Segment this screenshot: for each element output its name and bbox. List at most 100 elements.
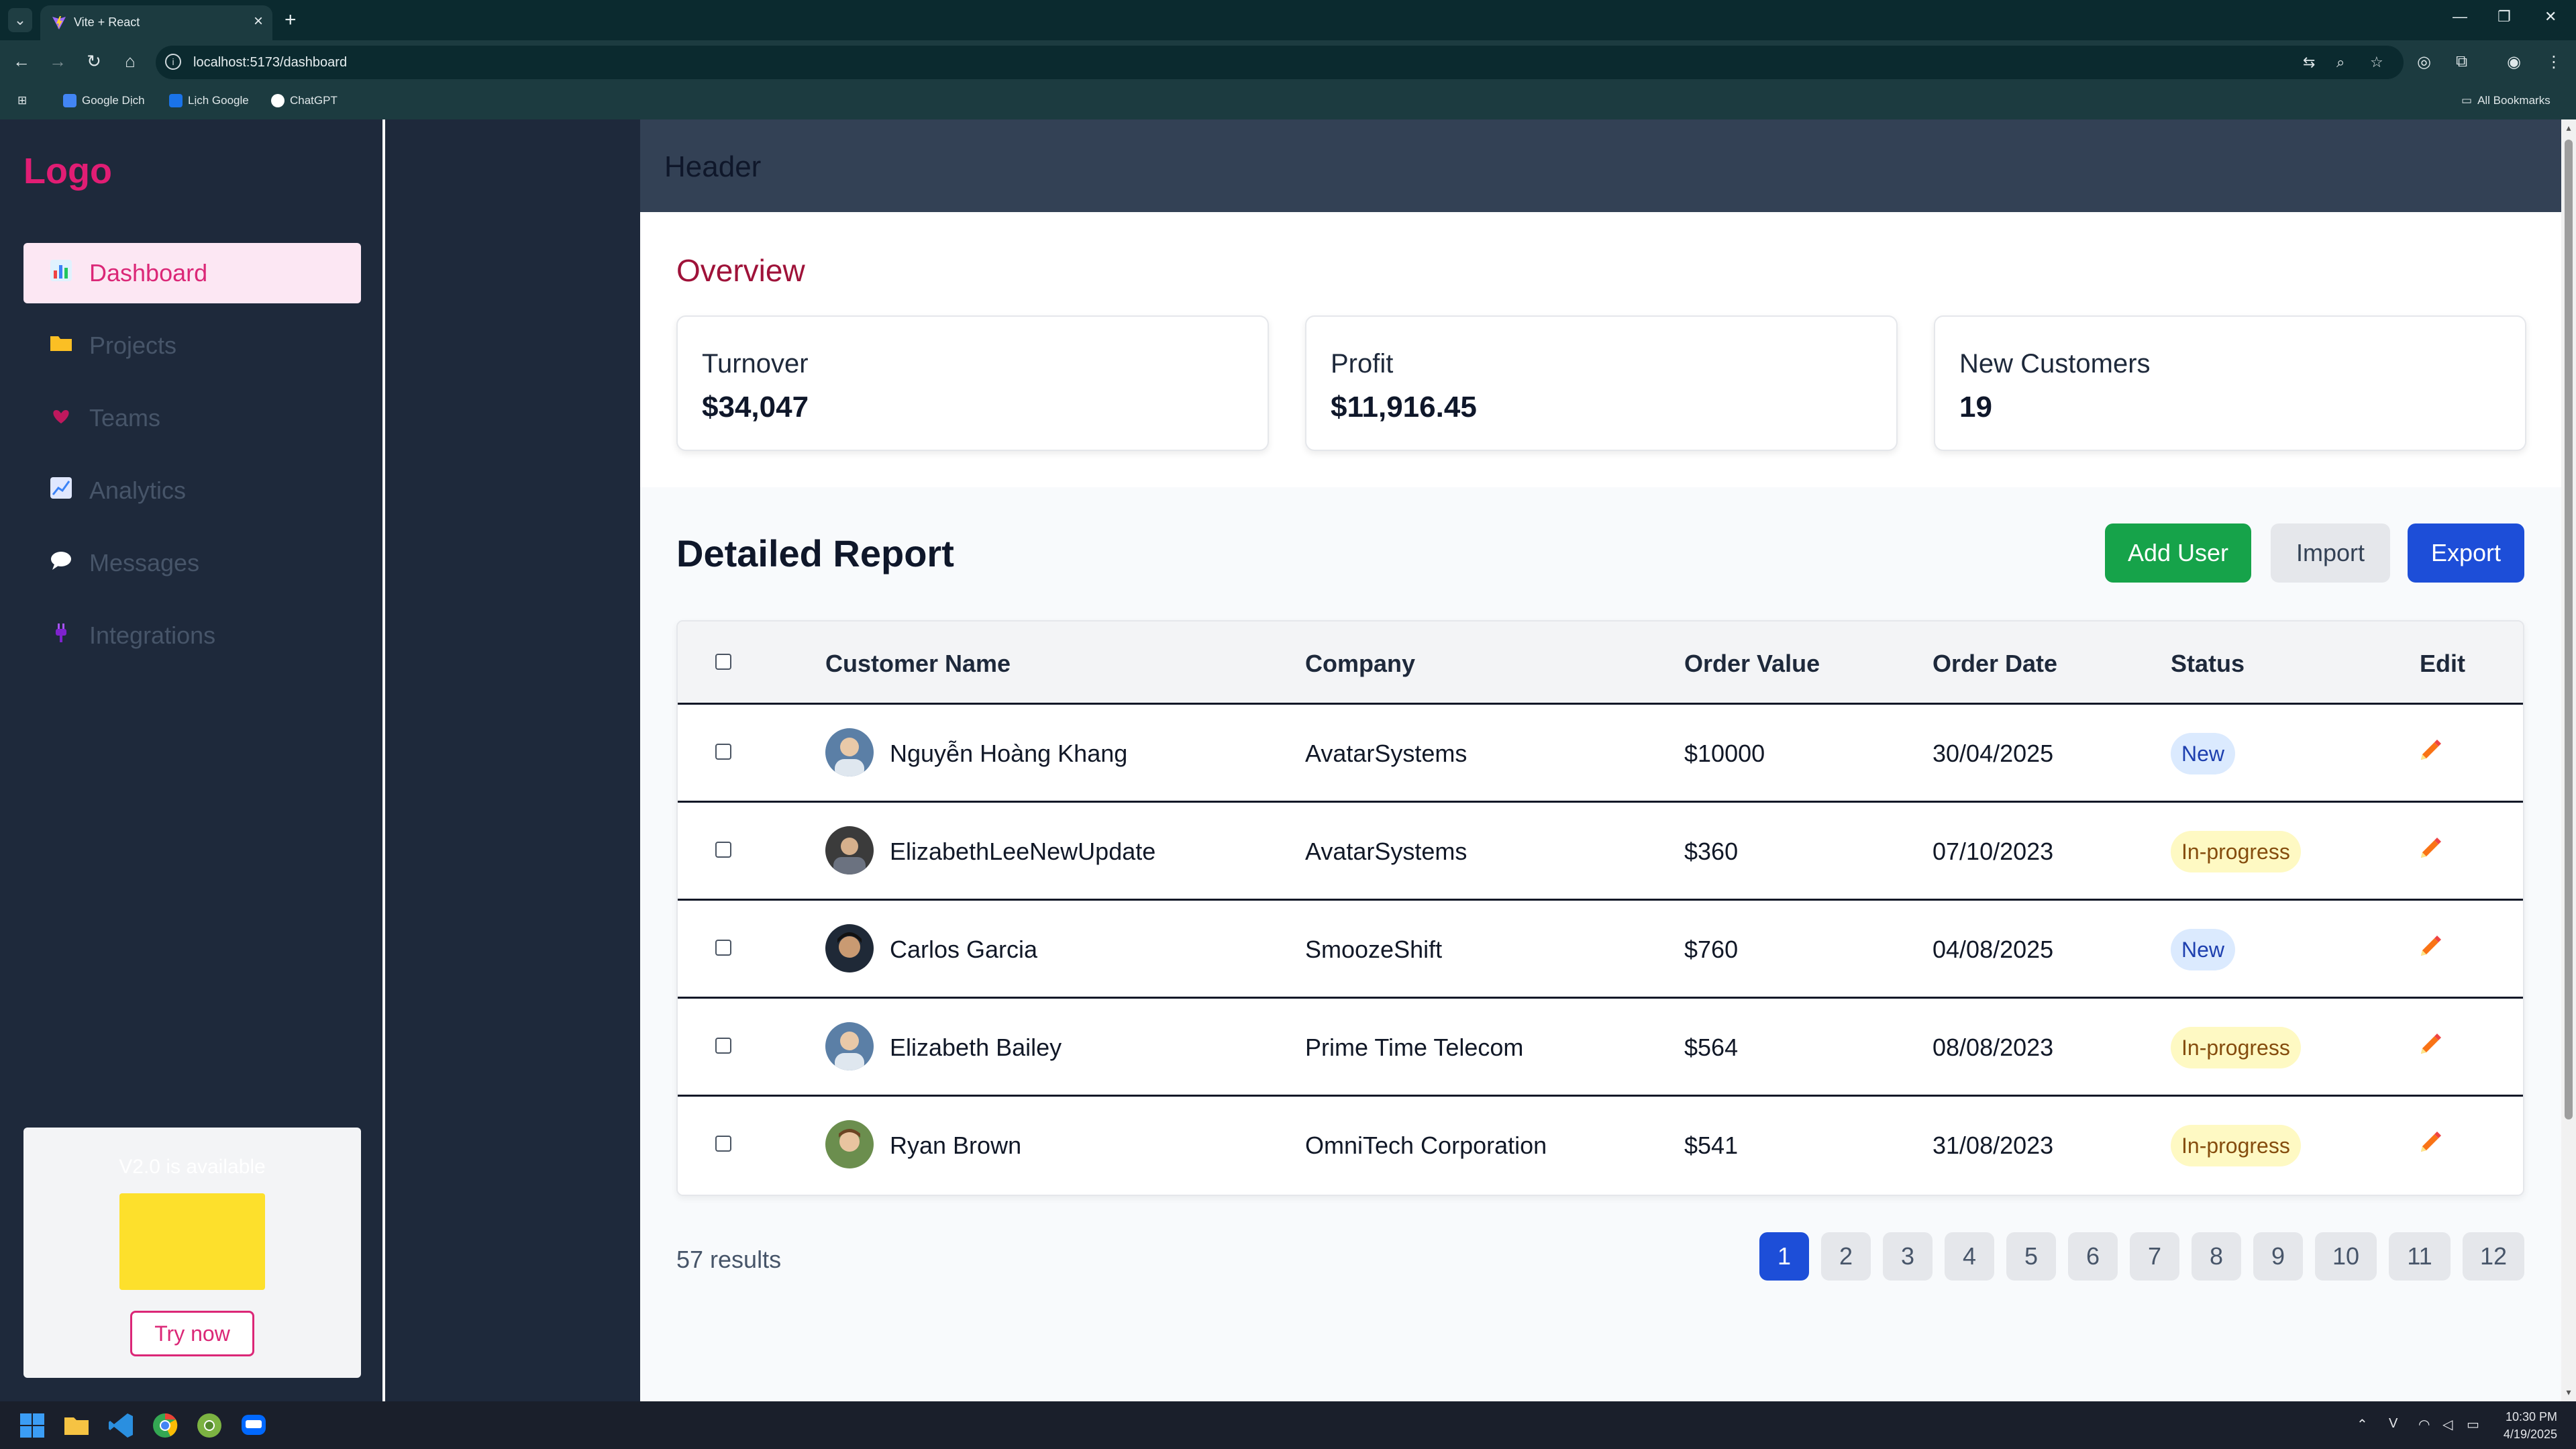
status-badge: In-progress xyxy=(2171,831,2301,872)
scrollbar-thumb[interactable] xyxy=(2565,140,2573,1119)
bookmark-google-translate[interactable]: Google Dịch xyxy=(63,94,145,107)
try-now-button[interactable]: Try now xyxy=(130,1311,254,1356)
avatar xyxy=(825,826,874,875)
sidebar-item-messages[interactable]: Messages xyxy=(23,533,361,593)
scroll-down-icon[interactable]: ▾ xyxy=(2563,1387,2574,1397)
logo[interactable]: Logo xyxy=(23,150,112,192)
status-badge: In-progress xyxy=(2171,1125,2301,1166)
customer-name: Ryan Brown xyxy=(890,1132,1022,1159)
windows-start-icon[interactable] xyxy=(17,1411,47,1440)
back-icon[interactable]: ← xyxy=(9,51,34,72)
table-row[interactable]: Ryan Brown OmniTech Corporation $541 31/… xyxy=(678,1097,2523,1195)
page-button-6[interactable]: 6 xyxy=(2068,1232,2118,1281)
site-info-icon[interactable]: i xyxy=(165,54,181,70)
reload-icon[interactable]: ↻ xyxy=(82,51,106,72)
row-checkbox[interactable] xyxy=(715,1038,731,1054)
wifi-icon[interactable]: ◠ xyxy=(2418,1416,2430,1433)
column-header-order-date[interactable]: Order Date xyxy=(1933,650,2057,678)
address-bar[interactable]: i localhost:5173/dashboard ⇆ ⌕ ☆ xyxy=(156,46,2404,79)
volume-icon[interactable]: ◁ xyxy=(2442,1416,2453,1433)
row-checkbox[interactable] xyxy=(715,842,731,858)
forward-icon[interactable]: → xyxy=(46,51,70,72)
pencil-edit-icon[interactable] xyxy=(2416,1030,2445,1059)
page-button-1[interactable]: 1 xyxy=(1759,1232,1809,1281)
vpn-icon[interactable]: V xyxy=(2389,1416,2398,1432)
zoom-icon[interactable]: ⌕ xyxy=(2336,54,2345,71)
table-row[interactable]: Nguyễn Hoàng Khang AvatarSystems $10000 … xyxy=(678,705,2523,803)
page-button-7[interactable]: 7 xyxy=(2130,1232,2179,1281)
browser-tab[interactable]: Vite + React × xyxy=(40,5,272,40)
promo-image xyxy=(119,1193,265,1290)
folder-icon xyxy=(48,331,74,361)
bookmarks-bar: ⊞ Google Dịch Lịch Google ChatGPT ▭ All B… xyxy=(0,85,2576,119)
page-button-8[interactable]: 8 xyxy=(2192,1232,2241,1281)
pencil-edit-icon[interactable] xyxy=(2416,834,2445,863)
sidebar-item-analytics[interactable]: Analytics xyxy=(23,460,361,521)
export-button[interactable]: Export xyxy=(2408,523,2524,583)
order-date: 31/08/2023 xyxy=(1933,1132,2054,1159)
page-button-3[interactable]: 3 xyxy=(1883,1232,1933,1281)
page-button-12[interactable]: 12 xyxy=(2463,1232,2524,1281)
chrome-alt-icon[interactable] xyxy=(195,1411,224,1440)
bookmark-google-calendar[interactable]: Lịch Google xyxy=(169,94,249,107)
page-button-10[interactable]: 10 xyxy=(2315,1232,2377,1281)
tray-chevron-icon[interactable]: ⌃ xyxy=(2357,1416,2368,1433)
page-button-2[interactable]: 2 xyxy=(1821,1232,1871,1281)
select-all-checkbox[interactable] xyxy=(715,654,731,670)
pencil-edit-icon[interactable] xyxy=(2416,736,2445,765)
pencil-edit-icon[interactable] xyxy=(2416,932,2445,961)
page-scrollbar[interactable]: ▴ ▾ xyxy=(2561,119,2576,1401)
column-header-status[interactable]: Status xyxy=(2171,650,2245,678)
sidebar-item-projects[interactable]: Projects xyxy=(23,315,361,376)
app-root: Logo Dashboard Projects Teams Analytics xyxy=(0,119,2576,1401)
page-button-5[interactable]: 5 xyxy=(2006,1232,2056,1281)
extension-compass-icon[interactable]: ◎ xyxy=(2417,52,2431,72)
translate-icon[interactable]: ⇆ xyxy=(2303,54,2315,71)
sidebar-item-teams[interactable]: Teams xyxy=(23,388,361,448)
tab-search-icon[interactable]: ⌄ xyxy=(8,8,32,32)
table-row[interactable]: Carlos Garcia SmoozeShift $760 04/08/202… xyxy=(678,901,2523,999)
zalo-icon[interactable] xyxy=(239,1411,268,1440)
battery-icon[interactable]: ▭ xyxy=(2467,1416,2479,1433)
chrome-icon[interactable] xyxy=(150,1411,180,1440)
bookmark-star-icon[interactable]: ☆ xyxy=(2370,54,2383,71)
add-user-button[interactable]: Add User xyxy=(2105,523,2251,583)
row-checkbox[interactable] xyxy=(715,940,731,956)
sidebar-item-integrations[interactable]: Integrations xyxy=(23,605,361,666)
table-row[interactable]: ElizabethLeeNewUpdate AvatarSystems $360… xyxy=(678,803,2523,901)
page-button-11[interactable]: 11 xyxy=(2389,1232,2451,1281)
page-button-9[interactable]: 9 xyxy=(2253,1232,2303,1281)
company-name: OmniTech Corporation xyxy=(1305,1132,1547,1159)
close-tab-icon[interactable]: × xyxy=(254,12,263,31)
new-tab-icon[interactable]: + xyxy=(285,8,297,32)
column-header-company[interactable]: Company xyxy=(1305,650,1415,678)
import-button[interactable]: Import xyxy=(2271,523,2390,583)
avatar xyxy=(825,924,874,972)
table-row[interactable]: Elizabeth Bailey Prime Time Telecom $564… xyxy=(678,999,2523,1097)
row-checkbox[interactable] xyxy=(715,744,731,760)
sidebar-item-label: Analytics xyxy=(89,477,187,504)
page-button-4[interactable]: 4 xyxy=(1945,1232,1994,1281)
sidebar-item-dashboard[interactable]: Dashboard xyxy=(23,243,361,303)
clock[interactable]: 10:30 PM 4/19/2025 xyxy=(2504,1408,2557,1443)
home-icon[interactable]: ⌂ xyxy=(118,51,142,72)
profile-avatar-icon[interactable]: ◉ xyxy=(2507,52,2521,72)
vscode-icon[interactable] xyxy=(106,1411,136,1440)
bookmark-chatgpt[interactable]: ChatGPT xyxy=(271,94,338,107)
close-window-icon[interactable]: ✕ xyxy=(2544,8,2557,26)
file-explorer-icon[interactable] xyxy=(62,1411,91,1440)
row-checkbox[interactable] xyxy=(715,1136,731,1152)
table-header: Customer Name Company Order Value Order … xyxy=(678,621,2523,705)
scroll-up-icon[interactable]: ▴ xyxy=(2563,122,2574,133)
minimize-icon[interactable]: — xyxy=(2453,8,2467,26)
bookmark-label: Lịch Google xyxy=(188,94,249,107)
all-bookmarks[interactable]: ▭ All Bookmarks xyxy=(2461,94,2551,107)
restore-icon[interactable]: ❐ xyxy=(2497,8,2511,26)
clock-date: 4/19/2025 xyxy=(2503,1428,2557,1441)
pencil-edit-icon[interactable] xyxy=(2416,1128,2445,1157)
apps-grid-icon[interactable]: ⊞ xyxy=(17,94,27,107)
menu-dots-icon[interactable]: ⋮ xyxy=(2546,52,2562,72)
column-header-order-value[interactable]: Order Value xyxy=(1684,650,1820,678)
extensions-icon[interactable]: ⧉ xyxy=(2456,52,2467,71)
column-header-customer-name[interactable]: Customer Name xyxy=(825,650,1011,678)
